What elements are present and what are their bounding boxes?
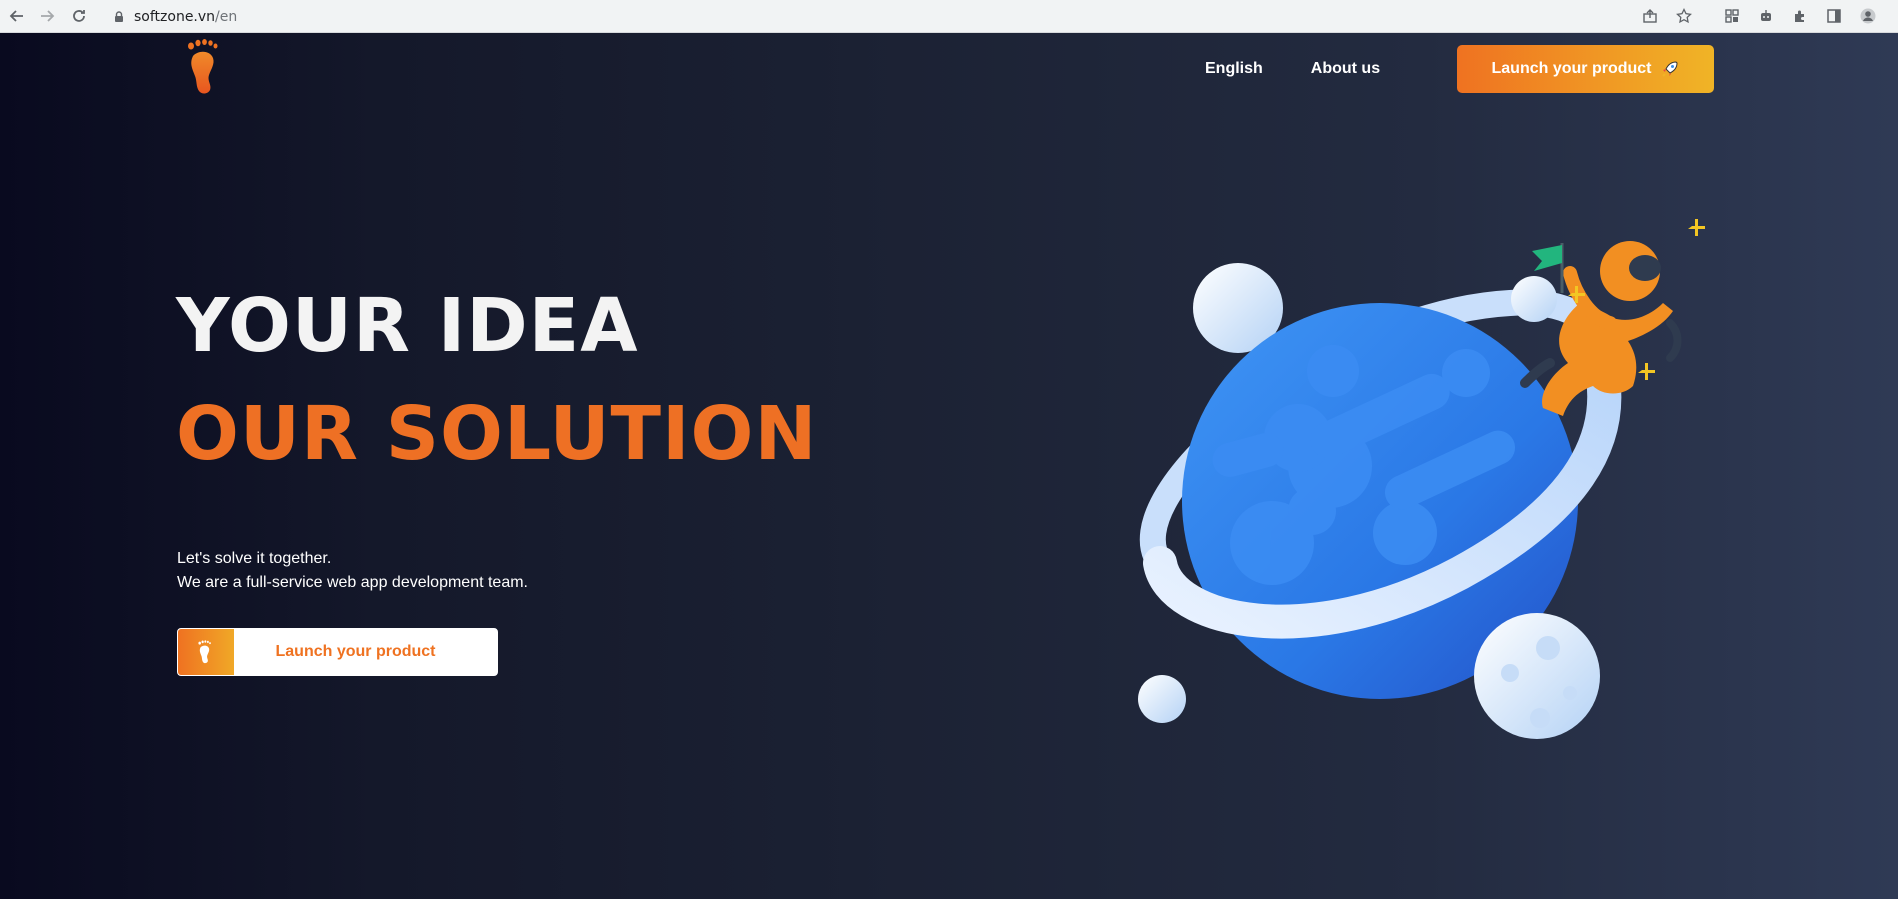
lock-icon <box>115 10 123 22</box>
cta-footprint-icon <box>178 629 234 675</box>
launch-product-button[interactable]: Launch your product <box>177 628 498 676</box>
url-path: /en <box>215 8 238 25</box>
share-icon[interactable] <box>1638 4 1662 28</box>
profile-icon[interactable] <box>1856 4 1880 28</box>
address-bar[interactable]: softzone.vn/en <box>104 3 1704 30</box>
url-host: softzone.vn <box>134 8 216 25</box>
qr-icon[interactable] <box>1720 4 1744 28</box>
planet-astronaut-illustration <box>1138 219 1705 739</box>
back-icon[interactable] <box>6 5 28 27</box>
forward-icon[interactable] <box>36 5 58 27</box>
star-icon[interactable] <box>1672 4 1696 28</box>
footprint-logo-icon[interactable] <box>187 38 225 96</box>
launch-product-label: Launch your product <box>275 643 436 660</box>
tagline-line-2: We are a full-service web app developmen… <box>177 574 528 591</box>
launch-product-header-button[interactable]: Launch your product <box>1457 45 1714 93</box>
rocket-icon <box>1661 61 1678 77</box>
language-link[interactable]: English <box>1205 60 1263 78</box>
top-nav: English About us <box>1205 60 1380 78</box>
astronaut <box>1520 241 1682 416</box>
sidepanel-icon[interactable] <box>1822 4 1846 28</box>
headline-our-solution: OUR SOLUTION <box>176 391 818 477</box>
launch-product-header-label: Launch your product <box>1491 60 1652 77</box>
tagline: Let's solve it together. We are a full-s… <box>177 547 528 595</box>
moon-small-left <box>1138 675 1186 723</box>
url-text: softzone.vn/en <box>134 9 237 25</box>
extensions-icon[interactable] <box>1788 4 1812 28</box>
robot-icon[interactable] <box>1754 4 1778 28</box>
tagline-line-1: Let's solve it together. <box>177 550 332 567</box>
headline-your-idea: YOUR IDEA <box>176 283 639 369</box>
moon-small-top <box>1511 276 1557 322</box>
landing-page: English About us Launch your product YOU… <box>0 33 1898 899</box>
flag-icon <box>1532 245 1562 271</box>
about-us-link[interactable]: About us <box>1311 60 1380 78</box>
browser-toolbar: softzone.vn/en <box>0 0 1898 33</box>
reload-icon[interactable] <box>68 5 90 27</box>
